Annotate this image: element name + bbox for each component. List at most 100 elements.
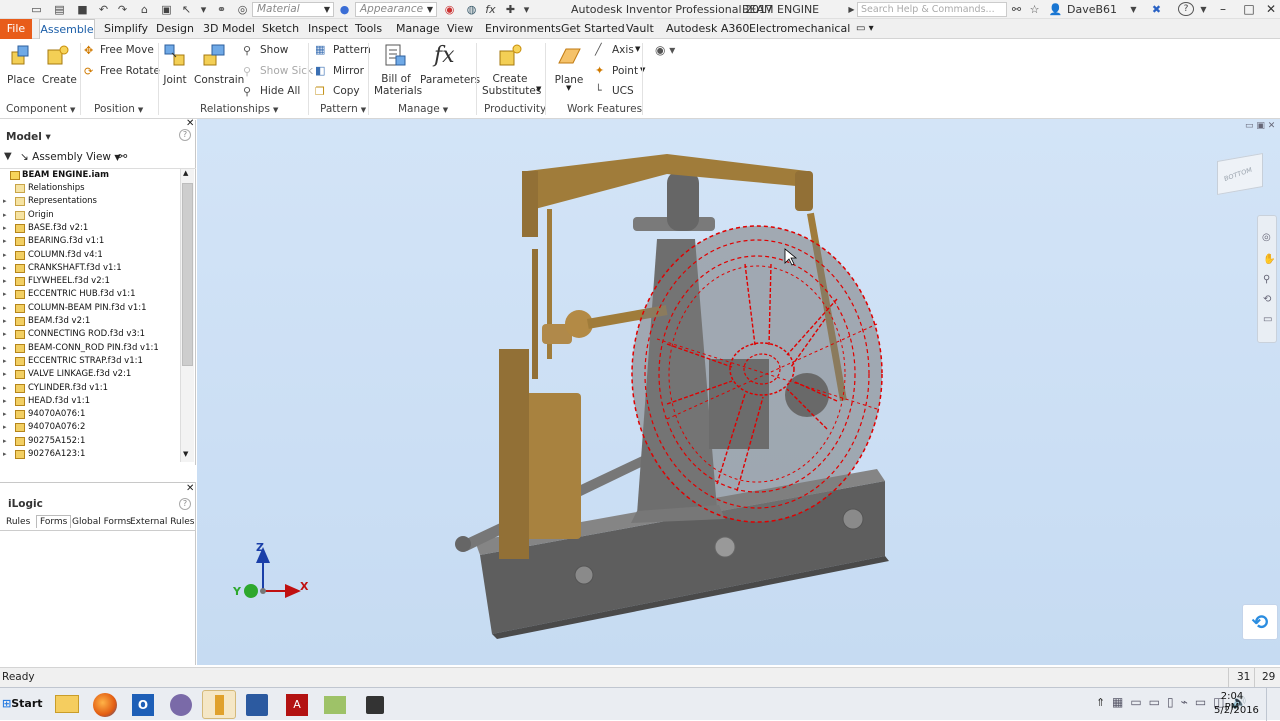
tab-autodesk-a360[interactable]: Autodesk A360 bbox=[666, 19, 749, 39]
pattern-button[interactable]: Pattern bbox=[333, 44, 371, 56]
tab-view[interactable]: View bbox=[447, 19, 473, 39]
tab-inspect[interactable]: Inspect bbox=[308, 19, 348, 39]
clock-date[interactable]: 5/2/2016 bbox=[1214, 705, 1259, 716]
tab-vault[interactable]: Vault bbox=[626, 19, 654, 39]
ribbon-options-icon[interactable]: ▭ ▾ bbox=[856, 19, 874, 39]
firefox-icon[interactable] bbox=[88, 690, 122, 719]
expand-arrow-icon[interactable]: ▸ bbox=[3, 355, 7, 368]
chevron-down-icon[interactable]: ▼ bbox=[566, 84, 571, 92]
clear-appearance-icon[interactable]: ◉ bbox=[443, 3, 456, 16]
tray-expand-icon[interactable]: ⇑ bbox=[1096, 696, 1105, 709]
create-button[interactable]: Create bbox=[42, 74, 77, 86]
place-button[interactable]: Place bbox=[6, 74, 36, 86]
home-icon[interactable]: ⌂ bbox=[138, 3, 151, 16]
binoculars-icon[interactable]: ⚯ bbox=[118, 150, 127, 163]
start-button[interactable]: ⊞Start bbox=[2, 693, 43, 715]
expand-arrow-icon[interactable]: ▸ bbox=[3, 288, 7, 301]
binoculars-icon[interactable]: ⚯ bbox=[1010, 3, 1023, 16]
chevron-down-icon[interactable]: ▼ bbox=[635, 45, 640, 53]
user-name[interactable]: DaveB61 bbox=[1067, 3, 1117, 16]
expand-arrow-icon[interactable]: ▸ bbox=[3, 408, 7, 421]
appearance-combo[interactable]: Appearance ▼ bbox=[355, 2, 437, 17]
parameters-button[interactable]: Parameters bbox=[420, 74, 480, 86]
star-icon[interactable]: ☆ bbox=[1028, 3, 1041, 16]
redo-icon[interactable]: ↷ bbox=[116, 3, 129, 16]
tab-sketch[interactable]: Sketch bbox=[262, 19, 299, 39]
show-button[interactable]: Show bbox=[260, 44, 288, 56]
ucs-button[interactable]: UCS bbox=[612, 85, 634, 97]
color-icon[interactable]: ◎ bbox=[236, 3, 249, 16]
orbit-icon[interactable]: ⟲ bbox=[1263, 294, 1271, 305]
tab-forms[interactable]: Forms bbox=[36, 515, 72, 528]
outlook-icon[interactable]: O bbox=[126, 690, 160, 719]
expand-arrow-icon[interactable]: ▸ bbox=[3, 249, 7, 262]
tab-global-forms[interactable]: Global Forms bbox=[72, 517, 131, 527]
notes-icon[interactable] bbox=[318, 690, 352, 719]
save-icon[interactable]: ■ bbox=[76, 3, 89, 16]
help-icon[interactable]: ? bbox=[1178, 2, 1194, 16]
tab-design[interactable]: Design bbox=[156, 19, 194, 39]
panel-manage[interactable]: Manage ▼ bbox=[398, 103, 448, 115]
scroll-thumb[interactable] bbox=[182, 183, 193, 366]
copy-button[interactable]: Copy bbox=[333, 85, 360, 97]
minimize-button[interactable]: – bbox=[1212, 1, 1234, 17]
help-dropdown-icon[interactable]: ▼ bbox=[1197, 3, 1210, 16]
tab-assemble[interactable]: Assemble bbox=[39, 19, 95, 39]
create-substitutes-button[interactable]: Create Substitutes bbox=[482, 73, 541, 97]
link-icon[interactable]: ⚭ bbox=[215, 3, 228, 16]
point-button[interactable]: Point bbox=[612, 65, 638, 77]
close-icon[interactable]: ✕ bbox=[186, 483, 194, 494]
bom-button[interactable]: Bill of Materials bbox=[374, 73, 422, 97]
inventor-icon[interactable] bbox=[202, 690, 236, 719]
expand-arrow-icon[interactable]: ▸ bbox=[3, 209, 7, 222]
tab-manage[interactable]: Manage bbox=[396, 19, 440, 39]
adjust-icon[interactable]: ◍ bbox=[465, 3, 478, 16]
free-move-button[interactable]: Free Move bbox=[100, 44, 154, 56]
look-at-icon[interactable]: ▭ bbox=[1263, 314, 1272, 325]
file-explorer-icon[interactable] bbox=[50, 690, 84, 719]
user-dropdown-icon[interactable]: ▼ bbox=[1127, 3, 1140, 16]
show-desktop-button[interactable] bbox=[1266, 688, 1280, 721]
mirror-button[interactable]: Mirror bbox=[333, 65, 364, 77]
tab-get-started[interactable]: Get Started bbox=[561, 19, 625, 39]
graphics-viewport[interactable]: ▭ ▣ ✕ Z Y X BOTTOM ◎ ✋ ⚲ ⟲ ▭ ⟲ bbox=[197, 119, 1280, 665]
expand-arrow-icon[interactable]: ▸ bbox=[3, 275, 7, 288]
expand-arrow-icon[interactable]: ▸ bbox=[3, 328, 7, 341]
help-search-input[interactable]: Search Help & Commands... bbox=[857, 2, 1007, 17]
tree-scrollbar[interactable]: ▲ ▼ bbox=[180, 169, 194, 462]
chevron-down-icon[interactable]: ▼ bbox=[536, 85, 541, 93]
expand-arrow-icon[interactable]: ▸ bbox=[3, 382, 7, 395]
tab-3d-model[interactable]: 3D Model bbox=[203, 19, 255, 39]
tab-electromechanical[interactable]: Electromechanical bbox=[749, 19, 850, 39]
constrain-button[interactable]: Constrain bbox=[194, 74, 244, 86]
new-icon[interactable]: ▭ bbox=[30, 3, 43, 16]
view-options-icon[interactable]: ◉ ▾ bbox=[655, 43, 675, 57]
expand-arrow-icon[interactable]: ▸ bbox=[3, 421, 7, 434]
maximize-button[interactable]: □ bbox=[1238, 1, 1260, 17]
expand-arrow-icon[interactable]: ▸ bbox=[3, 448, 7, 461]
open-icon[interactable]: ▤ bbox=[53, 3, 66, 16]
beam-engine-model[interactable] bbox=[197, 119, 1280, 665]
select-icon[interactable]: ↖ bbox=[180, 3, 193, 16]
panel-relationships[interactable]: Relationships ▼ bbox=[200, 103, 278, 115]
help-icon[interactable]: ? bbox=[179, 129, 191, 141]
steering-wheel-icon[interactable]: ◎ bbox=[1262, 232, 1271, 243]
assembly-view-dropdown[interactable]: ↘ Assembly View ▼ bbox=[20, 151, 121, 163]
panel-position[interactable]: Position ▼ bbox=[94, 103, 143, 115]
tab-tools[interactable]: Tools bbox=[355, 19, 382, 39]
panel-component[interactable]: Component ▼ bbox=[6, 103, 75, 115]
model-panel-title[interactable]: Model ▾ bbox=[6, 131, 51, 143]
axis-button[interactable]: Axis bbox=[612, 44, 634, 56]
close-button[interactable]: ✕ bbox=[1260, 1, 1280, 17]
tab-rules[interactable]: Rules bbox=[6, 517, 30, 527]
joint-button[interactable]: Joint bbox=[162, 74, 188, 86]
filter-icon[interactable]: ▼ bbox=[4, 151, 12, 162]
tab-file[interactable]: File bbox=[0, 19, 32, 39]
expand-arrow-icon[interactable]: ▸ bbox=[3, 222, 7, 235]
expand-arrow-icon[interactable]: ▸ bbox=[3, 315, 7, 328]
app-icon[interactable] bbox=[164, 690, 198, 719]
tab-environments[interactable]: Environments bbox=[485, 19, 561, 39]
expand-arrow-icon[interactable]: ▸ bbox=[3, 435, 7, 448]
expand-arrow-icon[interactable]: ▸ bbox=[3, 342, 7, 355]
share-button[interactable]: ⟲ bbox=[1242, 604, 1278, 640]
